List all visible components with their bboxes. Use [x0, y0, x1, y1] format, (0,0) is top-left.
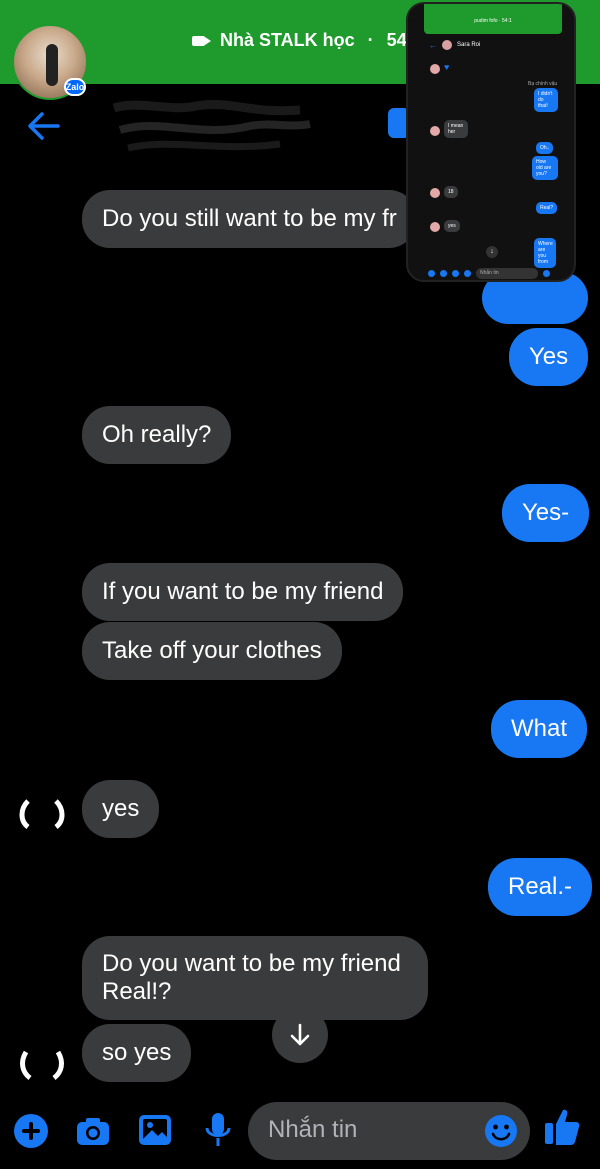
pip-header: ← Sara Roi — [424, 34, 562, 56]
pip-message: Real? — [536, 202, 558, 214]
outgoing-message[interactable]: Yes — [509, 328, 589, 386]
call-separator: · — [362, 30, 379, 50]
pip-avatar — [430, 188, 440, 198]
message-row: Yes- — [502, 484, 590, 542]
pip-avatar — [442, 40, 452, 50]
message-row: Do you want to be my friend Real!? — [82, 936, 428, 1020]
back-arrow-icon[interactable] — [26, 110, 62, 142]
plus-icon[interactable] — [14, 1114, 48, 1148]
incoming-message[interactable]: yes — [82, 780, 160, 838]
outgoing-message[interactable]: What — [491, 700, 588, 758]
pip-composer: Nhắn tin — [428, 266, 562, 280]
pip-avatar — [430, 64, 440, 74]
incoming-message[interactable]: If you want to be my friend — [82, 563, 404, 621]
call-status[interactable]: Nhà STALK học · 54:1 — [192, 30, 423, 51]
message-input-placeholder: Nhắn tin — [268, 1116, 358, 1143]
pip-message: I mean her — [444, 120, 468, 138]
sender-avatar — [20, 1050, 64, 1080]
sender-avatar — [19, 799, 65, 829]
microphone-icon[interactable] — [204, 1112, 232, 1148]
call-title: Nhà STALK học — [220, 30, 355, 50]
incoming-message[interactable]: Oh really? — [82, 406, 232, 464]
composer-bar: Nhắn tin — [0, 1090, 600, 1169]
video-call-icon — [192, 34, 212, 48]
sender-avatar — [14, 628, 70, 684]
outgoing-message[interactable]: Real.- — [488, 858, 593, 916]
emoji-icon[interactable] — [484, 1114, 518, 1148]
pip-call-status: pudim fofo · 54:1 — [474, 18, 512, 24]
arrow-down-icon — [290, 1023, 310, 1046]
pip-message: yes — [444, 220, 460, 232]
message-row: If you want to be my friend — [82, 563, 404, 621]
pip-message: Oh.. — [536, 142, 554, 154]
message-row: Oh really? — [82, 406, 232, 464]
message-row: Yes — [509, 328, 589, 386]
pip-message: Where are you from — [534, 238, 556, 268]
pip-back-icon: ← — [429, 40, 437, 50]
message-row: so yes — [82, 1024, 192, 1082]
message-row: Do you still want to be my fr — [82, 190, 417, 248]
zalo-badge: Zalo — [64, 78, 86, 96]
message-row: What — [491, 700, 588, 758]
avatar-figure — [46, 44, 58, 86]
pip-message: How old are you? — [532, 156, 558, 180]
pip-avatar — [430, 126, 440, 136]
scroll-down-button[interactable] — [272, 1007, 328, 1063]
message-row: Real.- — [488, 858, 593, 916]
pip-message: 18 — [444, 186, 458, 198]
pip-contact-name: Sara Roi — [457, 42, 481, 48]
incoming-message[interactable]: Do you want to be my friend Real!? — [82, 936, 428, 1020]
incoming-message[interactable]: so yes — [82, 1024, 192, 1082]
outgoing-message[interactable]: Yes- — [502, 484, 590, 542]
redaction-scribble — [112, 99, 311, 152]
message-input[interactable]: Nhắn tin — [248, 1102, 530, 1160]
camera-icon[interactable] — [76, 1116, 110, 1146]
pip-call-bar: pudim fofo · 54:1 — [424, 4, 562, 34]
sender-avatar — [14, 408, 70, 464]
message-row: yes — [82, 780, 160, 838]
pip-like-icon: ♥ — [444, 62, 450, 72]
message-row: Take off your clothes — [82, 622, 342, 680]
pip-message: I didn't do that! — [534, 88, 558, 112]
incoming-message[interactable]: Do you still want to be my fr — [82, 190, 417, 248]
incoming-message[interactable]: Take off your clothes — [82, 622, 342, 680]
sender-avatar — [14, 190, 70, 246]
pip-scroll-down-icon: ↓ — [486, 246, 498, 258]
thumbs-up-icon[interactable] — [544, 1108, 580, 1146]
pip-message-input: Nhắn tin — [476, 267, 538, 279]
gallery-icon[interactable] — [138, 1114, 172, 1146]
screenshot-overlay: pudim fofo · 54:1 ← Sara Roi ♥ Bạ chính … — [406, 2, 576, 282]
pip-avatar — [430, 222, 440, 232]
